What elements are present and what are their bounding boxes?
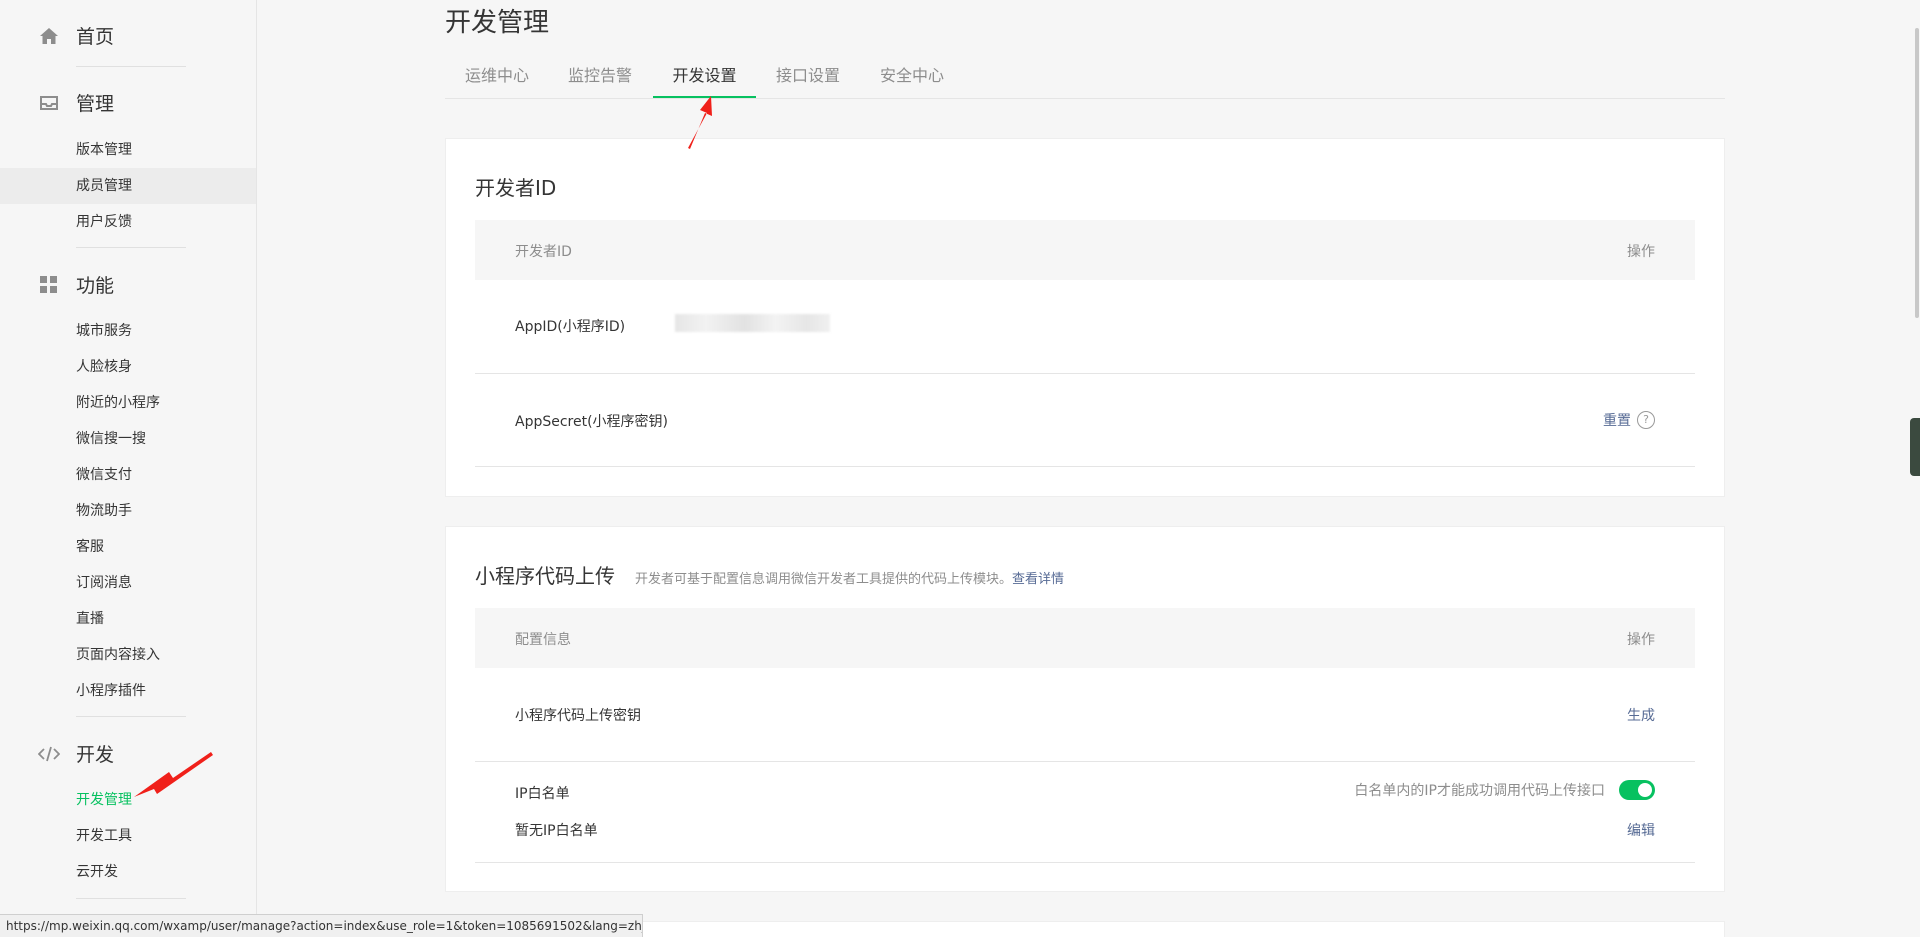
inbox-icon — [38, 92, 60, 114]
sidebar-group-manage-label: 管理 — [76, 93, 115, 115]
appid-label: AppID(小程序ID) — [515, 319, 626, 335]
tab-api-settings[interactable]: 接口设置 — [775, 58, 841, 98]
sidebar-item-plugins[interactable]: 小程序插件 — [0, 673, 256, 709]
sidebar-group-features: 功能 — [38, 271, 114, 298]
developer-id-table-header: 开发者ID 操作 — [475, 220, 1695, 280]
reset-secret-link[interactable]: 重置 ? — [1603, 410, 1655, 430]
status-bar-url: https://mp.weixin.qq.com/wxamp/user/mana… — [0, 914, 643, 937]
ip-whitelist-row: IP白名单 暂无IP白名单 白名单内的IP才能成功调用代码上传接口 编辑 — [475, 761, 1695, 863]
sidebar-item-subscribe-msg[interactable]: 订阅消息 — [0, 565, 256, 601]
sidebar-item-face-verify[interactable]: 人脸核身 — [0, 349, 256, 385]
sidebar-item-page-content[interactable]: 页面内容接入 — [0, 637, 256, 673]
code-upload-table-header: 配置信息 操作 — [475, 608, 1695, 668]
help-icon[interactable]: ? — [1637, 411, 1655, 429]
code-icon — [38, 743, 60, 765]
tab-security-center[interactable]: 安全中心 — [879, 58, 945, 98]
sidebar-item-dev-tools[interactable]: 开发工具 — [0, 818, 256, 854]
appid-row: AppID(小程序ID) — [475, 280, 1695, 374]
developer-id-card: 开发者ID 开发者ID 操作 AppID(小程序ID) AppSecret(小程… — [445, 138, 1725, 497]
sidebar-item-wechat-pay[interactable]: 微信支付 — [0, 457, 256, 493]
sidebar-item-logistics[interactable]: 物流助手 — [0, 493, 256, 529]
ip-whitelist-toggle[interactable] — [1619, 780, 1655, 800]
code-upload-card: 小程序代码上传 开发者可基于配置信息调用微信开发者工具提供的代码上传模块。查看详… — [445, 526, 1725, 892]
sidebar-item-customer-service[interactable]: 客服 — [0, 529, 256, 565]
sidebar-item-wechat-search[interactable]: 微信搜一搜 — [0, 421, 256, 457]
edit-whitelist-link[interactable]: 编辑 — [1627, 820, 1655, 840]
developer-id-title: 开发者ID — [475, 176, 557, 200]
column-header-developer-id: 开发者ID — [515, 244, 572, 260]
ip-whitelist-control: 白名单内的IP才能成功调用代码上传接口 — [1354, 780, 1655, 800]
sidebar-item-cloud-dev[interactable]: 云开发 — [0, 854, 256, 890]
column-header-operation: 操作 — [1627, 632, 1655, 648]
appid-value-redacted — [675, 314, 830, 332]
sidebar-group-develop-label: 开发 — [76, 744, 115, 766]
appsecret-label: AppSecret(小程序密钥) — [515, 414, 669, 430]
sidebar-item-city-service[interactable]: 城市服务 — [0, 313, 256, 349]
sidebar-group-manage: 管理 — [38, 89, 114, 116]
page-title: 开发管理 — [445, 8, 550, 38]
sidebar-item-live[interactable]: 直播 — [0, 601, 256, 637]
ip-whitelist-hint: 白名单内的IP才能成功调用代码上传接口 — [1354, 783, 1605, 799]
sidebar-item-feedback[interactable]: 用户反馈 — [0, 204, 256, 240]
sidebar-group-develop: 开发 — [38, 740, 114, 767]
sidebar-item-nearby[interactable]: 附近的小程序 — [0, 385, 256, 421]
scrollbar-thumb[interactable] — [1915, 28, 1919, 318]
upload-key-label: 小程序代码上传密钥 — [515, 708, 641, 724]
tab-bar: 运维中心 监控告警 开发设置 接口设置 安全中心 — [445, 58, 1725, 99]
reset-secret-label: 重置 — [1603, 413, 1631, 429]
tab-dev-settings[interactable]: 开发设置 — [653, 58, 756, 98]
code-upload-desc: 开发者可基于配置信息调用微信开发者工具提供的代码上传模块。 — [635, 572, 1013, 587]
upload-key-row: 小程序代码上传密钥 生成 — [475, 668, 1695, 762]
code-upload-title: 小程序代码上传 — [475, 564, 615, 588]
sidebar-divider — [76, 898, 186, 899]
toggle-knob — [1638, 783, 1652, 797]
sidebar-home-label: 首页 — [76, 26, 115, 48]
column-header-config: 配置信息 — [515, 632, 571, 648]
code-upload-header: 小程序代码上传 开发者可基于配置信息调用微信开发者工具提供的代码上传模块。查看详… — [475, 560, 1064, 589]
ip-whitelist-empty: 暂无IP白名单 — [515, 823, 598, 839]
ip-whitelist-label: IP白名单 — [515, 786, 570, 802]
appsecret-row: AppSecret(小程序密钥) 重置 ? — [475, 373, 1695, 467]
sidebar-item-dev-manage[interactable]: 开发管理 — [0, 782, 256, 818]
view-details-link[interactable]: 查看详情 — [1012, 572, 1064, 587]
sidebar-home[interactable]: 首页 — [38, 22, 114, 49]
sidebar: 首页 管理 版本管理 成员管理 用户反馈 功能 城市服务 人脸核身 附近的小程序… — [0, 0, 257, 937]
sidebar-group-features-label: 功能 — [76, 275, 115, 297]
sidebar-item-version[interactable]: 版本管理 — [0, 132, 256, 168]
column-header-operation: 操作 — [1627, 244, 1655, 260]
sidebar-divider — [76, 247, 186, 248]
generate-key-link[interactable]: 生成 — [1627, 705, 1655, 725]
sidebar-divider — [76, 66, 186, 67]
sidebar-item-members[interactable]: 成员管理 — [0, 168, 256, 204]
floating-side-widget[interactable] — [1910, 418, 1920, 476]
sidebar-divider — [76, 716, 186, 717]
home-icon — [38, 25, 60, 47]
tab-monitoring[interactable]: 监控告警 — [567, 58, 633, 98]
tab-ops-center[interactable]: 运维中心 — [464, 58, 530, 98]
grid-icon — [38, 274, 60, 296]
